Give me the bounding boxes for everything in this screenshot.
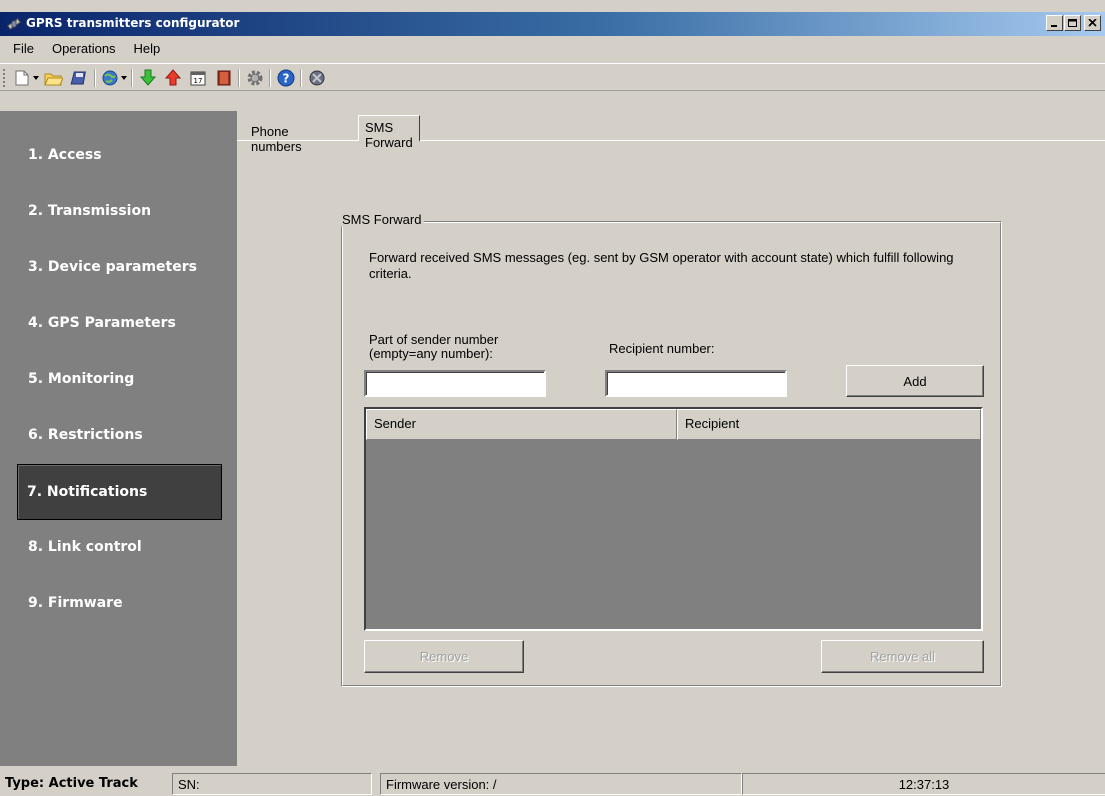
satellite-app-icon (7, 18, 21, 30)
clock-status: 12:37:13 (742, 773, 1105, 795)
device-type-status: Type: Active Track (5, 776, 138, 791)
toolbar-grip[interactable] (3, 69, 6, 87)
recipient-number-input[interactable] (605, 370, 787, 397)
new-icon[interactable] (12, 68, 32, 88)
toolbar-separator (94, 69, 96, 87)
sidebar-item-firmware[interactable]: 9. Firmware (0, 575, 205, 631)
description-text: Forward received SMS messages (eg. sent … (369, 250, 954, 281)
sidebar-item-monitoring[interactable]: 5. Monitoring (0, 351, 205, 407)
menu-operations[interactable]: Operations (43, 39, 125, 58)
status-bar: Type: Active Track SN: Firmware version:… (0, 770, 1105, 796)
svg-text:17: 17 (194, 77, 203, 85)
tab-sms-forward[interactable]: SMS Forward (358, 115, 420, 150)
menu-help[interactable]: Help (125, 39, 170, 58)
maximize-icon (1068, 19, 1077, 27)
svg-text:?: ? (283, 72, 290, 86)
sidebar-item-restrictions[interactable]: 6. Restrictions (0, 407, 205, 463)
minimize-button[interactable] (1046, 15, 1063, 31)
save-icon[interactable] (70, 68, 90, 88)
forward-rules-list[interactable]: Sender Recipient (364, 407, 983, 631)
add-button[interactable]: Add (846, 365, 984, 397)
book-icon[interactable] (214, 68, 234, 88)
close-icon (1088, 19, 1097, 27)
connect-dropdown-icon[interactable] (121, 76, 127, 80)
firmware-version-status: Firmware version: / (380, 773, 742, 795)
close-button[interactable] (1084, 15, 1101, 31)
column-header-sender[interactable]: Sender (366, 409, 677, 440)
minimize-icon (1051, 25, 1057, 27)
sender-number-input[interactable] (364, 370, 546, 397)
maximize-button[interactable] (1064, 15, 1081, 31)
menu-file[interactable]: File (4, 39, 43, 58)
sender-hint-label: (empty=any number): (369, 346, 493, 361)
groupbox-title: SMS Forward (339, 212, 425, 227)
remove-button[interactable]: Remove (364, 640, 524, 673)
navigation-sidebar: 1. Access 2. Transmission 3. Device para… (0, 111, 237, 766)
upload-red-arrow-icon[interactable] (163, 68, 183, 88)
column-header-recipient[interactable]: Recipient (677, 409, 981, 440)
download-green-arrow-icon[interactable] (138, 68, 158, 88)
sidebar-item-link-control[interactable]: 8. Link control (0, 519, 205, 575)
sidebar-item-notifications[interactable]: 7. Notifications (17, 464, 222, 520)
toolbar-separator (238, 69, 240, 87)
open-folder-icon[interactable] (43, 68, 63, 88)
help-icon[interactable]: ? (276, 68, 296, 88)
disconnect-icon[interactable] (307, 68, 327, 88)
main-window: GPRS transmitters configurator File Oper… (0, 0, 1105, 796)
sidebar-item-device-parameters[interactable]: 3. Device parameters (0, 239, 205, 295)
title-bar[interactable]: GPRS transmitters configurator (0, 12, 1105, 36)
sidebar-item-transmission[interactable]: 2. Transmission (0, 183, 205, 239)
sidebar-item-access[interactable]: 1. Access (0, 127, 205, 183)
serial-number-status: SN: (172, 773, 372, 795)
window-title: GPRS transmitters configurator (26, 16, 240, 30)
toolbar-separator (131, 69, 133, 87)
sender-label: Part of sender number (369, 332, 499, 347)
toolbar: 17 ? (0, 63, 1105, 91)
new-dropdown-icon[interactable] (33, 76, 39, 80)
menu-bar: File Operations Help (0, 36, 1105, 60)
calendar-icon[interactable]: 17 (188, 68, 208, 88)
sidebar-item-gps-parameters[interactable]: 4. GPS Parameters (0, 295, 205, 351)
connect-globe-icon[interactable] (100, 68, 120, 88)
toolbar-separator (269, 69, 271, 87)
recipient-label: Recipient number: (609, 341, 715, 356)
settings-gear-icon[interactable] (245, 68, 265, 88)
toolbar-separator (300, 69, 302, 87)
list-header: Sender Recipient (366, 409, 981, 440)
remove-all-button[interactable]: Remove all (821, 640, 984, 673)
